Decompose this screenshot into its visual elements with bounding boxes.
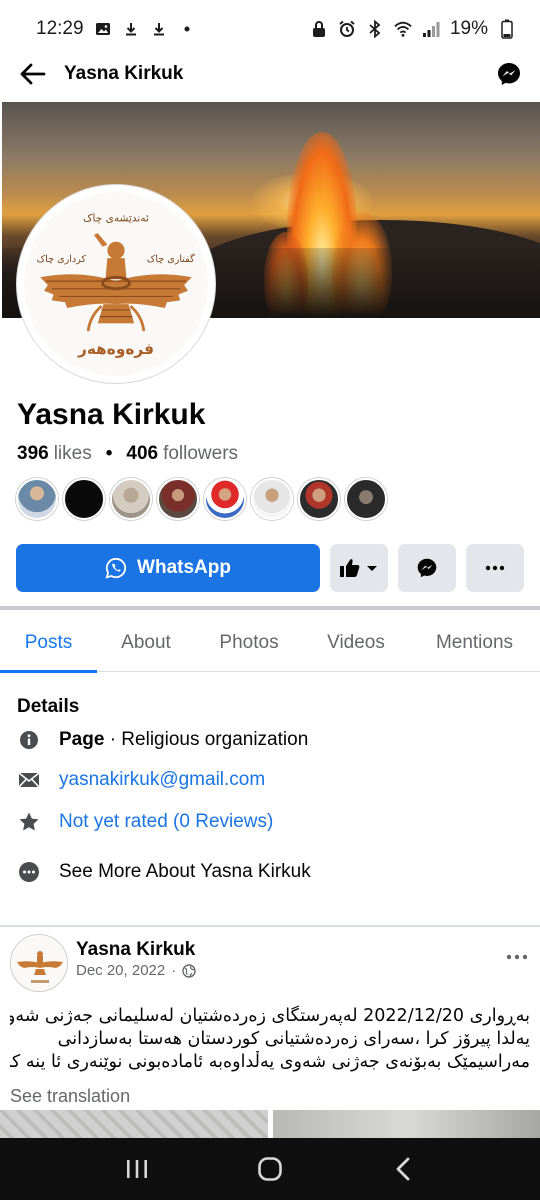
info-icon <box>17 728 41 752</box>
messenger-icon <box>417 558 437 578</box>
page-header: Yasna Kirkuk <box>0 48 540 100</box>
followers-label[interactable]: followers <box>163 443 238 465</box>
post-photo[interactable] <box>0 1110 268 1140</box>
more-horizontal-icon <box>506 954 528 960</box>
rating-link[interactable]: Not yet rated (0 Reviews) <box>59 811 273 833</box>
dot-icon <box>178 20 196 38</box>
friend-avatar[interactable] <box>204 478 246 520</box>
logo-right-text: گفتاری چاک <box>147 253 195 265</box>
friend-avatar[interactable] <box>110 478 152 520</box>
profile-avatar[interactable]: ئەندێشەی چاک کرداری چاک گفتاری چاک فرەوە… <box>17 185 215 383</box>
detail-rating: Not yet rated (0 Reviews) <box>17 810 273 834</box>
details-heading: Details <box>17 696 80 717</box>
friend-avatar[interactable] <box>251 478 293 520</box>
post-photo[interactable] <box>273 1110 540 1140</box>
home-icon <box>258 1157 282 1181</box>
signal-icon <box>422 20 440 38</box>
post-meta: Dec 20, 2022 · <box>76 962 196 979</box>
section-divider <box>0 606 540 610</box>
page-title: Yasna Kirkuk <box>17 398 206 431</box>
post-options-button[interactable] <box>502 945 532 969</box>
logo-left-text: کرداری چاک <box>37 254 87 265</box>
post-line: بەڕواری 2022/12/20 لەپەرستگای زەردەشتیان… <box>10 1006 530 1026</box>
alarm-icon <box>338 20 356 38</box>
star-icon <box>17 810 41 834</box>
messenger-icon <box>498 63 520 85</box>
post-author-avatar[interactable] <box>10 934 68 992</box>
friend-avatar[interactable] <box>63 478 105 520</box>
faravahar-logo <box>12 936 67 991</box>
whatsapp-button[interactable]: WhatsApp <box>16 544 320 592</box>
globe-icon <box>182 963 196 978</box>
wifi-icon <box>394 20 412 38</box>
thumbs-up-icon <box>340 559 377 577</box>
detail-category: Page · Religious organization <box>17 728 308 752</box>
detail-email: yasnakirkuk@gmail.com <box>17 768 265 792</box>
post-line: یەلدا پیرۆز کرا ،سەرای زەردەشتیانی کوردس… <box>57 1029 530 1049</box>
likes-count: 396 <box>17 443 49 464</box>
see-translation-link[interactable]: See translation <box>10 1086 130 1107</box>
gallery-icon <box>94 20 112 38</box>
whatsapp-label: WhatsApp <box>137 557 231 578</box>
followers-count: 406 <box>126 443 159 464</box>
message-button[interactable] <box>398 544 456 592</box>
page-actions: WhatsApp <box>16 544 526 592</box>
tab-mentions[interactable]: Mentions <box>409 614 540 672</box>
chevron-left-icon <box>396 1157 410 1181</box>
download-icon <box>150 20 168 38</box>
friend-avatar[interactable] <box>345 478 387 520</box>
see-more-about[interactable]: See More About Yasna Kirkuk <box>17 860 311 884</box>
download-icon <box>122 20 140 38</box>
post-line: مەراسیمێک بەبۆنەی جەژنی شەوی یەڵداوەبە ئ… <box>10 1052 530 1072</box>
category-type: Page <box>59 729 105 750</box>
envelope-icon <box>17 768 41 792</box>
recent-apps-icon <box>126 1160 147 1178</box>
home-button[interactable] <box>250 1149 290 1189</box>
back-button[interactable] <box>18 59 48 89</box>
back-nav-button[interactable] <box>383 1149 423 1189</box>
messenger-button[interactable] <box>496 61 522 87</box>
whatsapp-icon <box>105 557 127 579</box>
see-more-about-label: See More About Yasna Kirkuk <box>59 861 311 882</box>
status-time: 12:29 <box>36 18 84 39</box>
post-body: بەڕواری 2022/12/20 لەپەرستگای زەردەشتیان… <box>10 1005 530 1074</box>
post-date[interactable]: Dec 20, 2022 <box>76 962 165 979</box>
category-value: · Religious organization <box>104 729 309 750</box>
more-options-button[interactable] <box>466 544 524 592</box>
battery-percent: 19% <box>449 18 488 39</box>
section-divider <box>0 925 540 927</box>
friend-avatar[interactable] <box>157 478 199 520</box>
faravahar-logo: ئەندێشەی چاک کرداری چاک گفتاری چاک فرەوە… <box>23 191 209 377</box>
tab-photos[interactable]: Photos <box>195 614 303 672</box>
likes-label[interactable]: likes <box>54 443 92 465</box>
lock-icon <box>310 20 328 38</box>
page-stats: 396 likes • 406 followers <box>17 443 238 465</box>
system-nav-bar <box>0 1138 540 1200</box>
more-circle-icon <box>17 860 41 884</box>
battery-icon <box>498 19 516 39</box>
stats-separator: • <box>105 443 113 464</box>
friend-avatar[interactable] <box>298 478 340 520</box>
like-page-button[interactable] <box>330 544 388 592</box>
recent-apps-button[interactable] <box>117 1149 157 1189</box>
friend-avatars <box>16 478 387 520</box>
tab-posts[interactable]: Posts <box>0 614 97 673</box>
friend-avatar[interactable] <box>16 478 58 520</box>
logo-top-text: ئەندێشەی چاک <box>83 213 149 225</box>
chevron-down-icon <box>367 566 377 571</box>
tab-about[interactable]: About <box>97 614 195 672</box>
page-tabs: Posts About Photos Videos Mentions <box>0 614 540 673</box>
email-link[interactable]: yasnakirkuk@gmail.com <box>59 769 265 791</box>
arrow-left-icon <box>20 63 46 85</box>
bluetooth-icon <box>366 20 384 38</box>
header-title: Yasna Kirkuk <box>64 63 184 84</box>
logo-bottom-text: فرەوەهەر <box>77 340 154 358</box>
tab-videos[interactable]: Videos <box>303 614 409 672</box>
more-horizontal-icon <box>485 565 505 571</box>
meta-separator: · <box>171 962 177 979</box>
post-author-name[interactable]: Yasna Kirkuk <box>76 939 195 961</box>
